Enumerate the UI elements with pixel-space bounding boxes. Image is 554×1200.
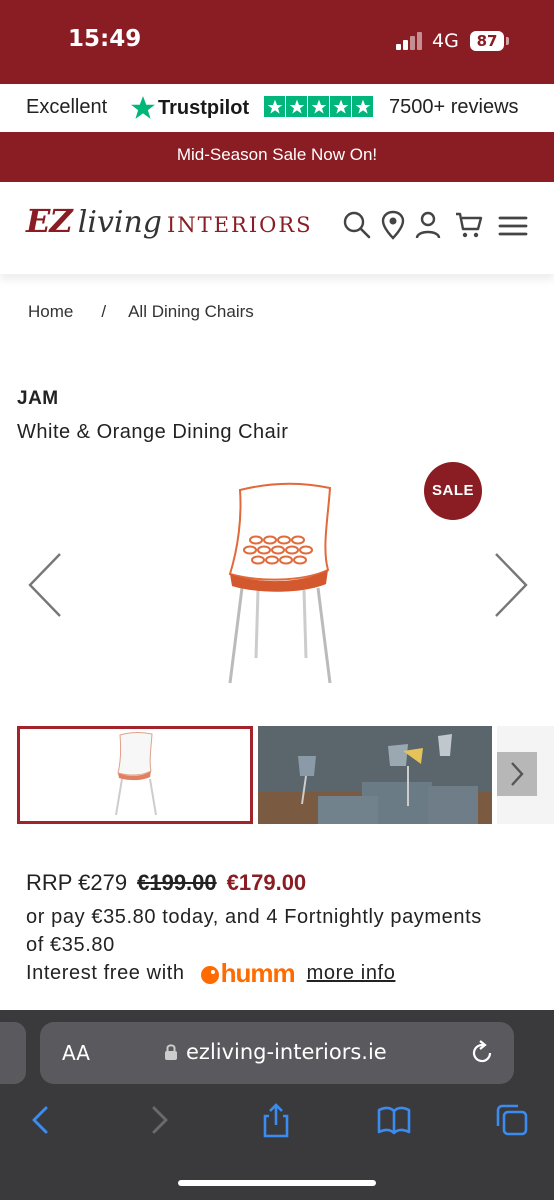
back-icon[interactable] — [22, 1102, 58, 1138]
breadcrumb-current[interactable]: All Dining Chairs — [128, 302, 254, 322]
thumbnail-lifestyle-image — [258, 726, 492, 824]
trustpilot-stars — [264, 96, 373, 117]
status-bar: 15:49 4G 87 — [0, 0, 554, 84]
thumbnail-next-button[interactable] — [497, 752, 537, 796]
address-bar[interactable]: AA ezliving-interiors.ie — [40, 1022, 514, 1084]
trustpilot-reviews[interactable]: 7500+ reviews — [389, 96, 519, 119]
sale-badge: SALE — [424, 462, 482, 520]
tabs-icon[interactable] — [494, 1102, 530, 1138]
breadcrumb-separator: / — [101, 302, 107, 321]
finance-text: or pay €35.80 today, and 4 Fortnightly p… — [26, 906, 482, 956]
battery-tip — [506, 37, 509, 45]
bookmarks-icon[interactable] — [376, 1102, 412, 1138]
status-time: 15:49 — [68, 26, 142, 52]
promo-banner[interactable]: Mid-Season Sale Now On! — [0, 132, 554, 182]
network-type: 4G — [432, 30, 459, 52]
aa-label: AA — [62, 1041, 90, 1065]
cart-icon[interactable] — [454, 210, 484, 240]
site-logo[interactable]: EZ living INTERIORS — [26, 202, 313, 252]
price-rrp: RRP €279 — [26, 870, 128, 895]
thumbnail-chair-image — [115, 732, 157, 816]
product-brand: JAM — [17, 388, 59, 409]
site-header: EZ living INTERIORS — [0, 182, 554, 274]
trustpilot-rating-text: Excellent — [26, 96, 108, 118]
gallery-thumbnail-1[interactable] — [17, 726, 253, 824]
location-icon[interactable] — [378, 210, 408, 240]
price-was: €199.00 — [137, 870, 217, 895]
lock-icon — [165, 1044, 177, 1060]
more-info-link[interactable]: more info — [307, 962, 396, 985]
trustpilot-star-icon — [131, 96, 155, 119]
forward-icon[interactable] — [142, 1102, 178, 1138]
gallery-thumbnail-2[interactable] — [258, 726, 492, 824]
search-icon[interactable] — [342, 210, 372, 240]
price-row: RRP €279 €199.00 €179.00 — [26, 870, 306, 896]
breadcrumb-home[interactable]: Home — [28, 302, 73, 322]
reload-icon[interactable] — [468, 1039, 496, 1067]
account-icon[interactable] — [413, 210, 443, 240]
logo-ez: EZ — [26, 202, 73, 240]
product-title: White & Orange Dining Chair — [17, 421, 289, 443]
price-now: €179.00 — [226, 870, 307, 895]
trustpilot-logo: Trustpilot — [130, 94, 249, 122]
gallery-prev-arrow-icon[interactable] — [26, 552, 66, 618]
menu-icon[interactable] — [498, 210, 528, 240]
interest-row: Interest free with humm more info — [26, 958, 395, 989]
humm-logo: humm — [199, 958, 296, 989]
interest-free-text: Interest free with — [26, 962, 185, 984]
humm-logo-text: humm — [220, 958, 296, 988]
signal-icon — [396, 32, 424, 50]
url-text: ezliving-interiors.ie — [186, 1040, 387, 1064]
gallery-next-arrow-icon[interactable] — [490, 552, 530, 618]
previous-tab-preview[interactable] — [0, 1022, 26, 1084]
trustpilot-bar[interactable]: Excellent Trustpilot 7500+ reviews — [0, 84, 554, 132]
humm-bird-icon — [200, 965, 219, 984]
logo-living: living — [77, 205, 163, 240]
home-indicator — [178, 1180, 376, 1186]
reader-settings-button[interactable]: AA — [62, 1041, 90, 1065]
logo-interiors: INTERIORS — [167, 213, 313, 237]
trustpilot-brand: Trustpilot — [158, 96, 250, 119]
chevron-right-icon — [511, 762, 524, 786]
product-main-image[interactable] — [212, 478, 348, 688]
share-icon[interactable] — [258, 1102, 294, 1138]
url-display[interactable]: ezliving-interiors.ie — [164, 1040, 387, 1064]
star-icon — [286, 96, 307, 117]
star-icon — [330, 96, 351, 117]
star-icon — [308, 96, 329, 117]
star-icon — [352, 96, 373, 117]
breadcrumb: Home / All Dining Chairs — [28, 302, 254, 322]
battery-icon: 87 — [470, 31, 504, 51]
star-icon — [264, 96, 285, 117]
